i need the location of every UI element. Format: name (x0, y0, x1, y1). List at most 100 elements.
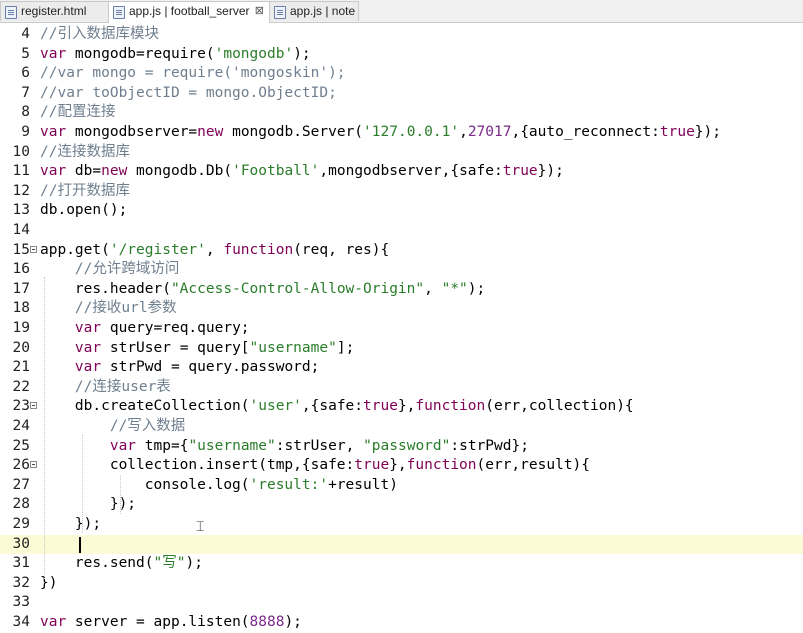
code-line[interactable]: 30 (0, 534, 803, 555)
line-number: 26 (12, 457, 30, 474)
line-number: 11 (12, 163, 30, 180)
line-number: 22 (12, 378, 30, 395)
code-line[interactable]: 5 var mongodb=require('mongodb'); (0, 45, 803, 65)
code-line[interactable]: 22 //连接user表 (0, 378, 803, 398)
code-line[interactable]: 16 //允许跨域访问 (0, 260, 803, 280)
code-line[interactable]: 19 var query=req.query; (0, 319, 803, 339)
code-text[interactable]: var server = app.listen(8888); (40, 613, 302, 633)
tab-label: app.js | note (290, 4, 356, 18)
fold-toggle-icon[interactable] (30, 461, 37, 469)
line-number: 21 (12, 359, 30, 376)
line-number: 33 (12, 594, 30, 611)
code-line[interactable]: 15 app.get('/register', function(req, res… (0, 241, 803, 261)
code-line[interactable]: 23 db.createCollection('user',{safe:true… (0, 397, 803, 417)
code-line[interactable]: 17 res.header("Access-Control-Allow-Orig… (0, 280, 803, 300)
line-number: 7 (21, 84, 30, 101)
code-text[interactable]: //配置连接 (40, 103, 115, 123)
tab-label: register.html (21, 4, 87, 18)
code-text[interactable]: var mongodb=require('mongodb'); (40, 45, 311, 65)
code-text[interactable]: //接收url参数 (40, 299, 177, 319)
code-text[interactable]: var strUser = query["username"]; (40, 339, 354, 359)
code-text[interactable]: res.send("写"); (40, 554, 203, 574)
code-line[interactable]: 14 (0, 221, 803, 241)
code-line[interactable]: 24 //写入数据 (0, 417, 803, 437)
close-icon[interactable]: ⊠ (255, 2, 264, 21)
file-icon (113, 6, 125, 19)
tab-label: app.js | football_server (129, 4, 250, 18)
code-text[interactable]: collection.insert(tmp,{safe:true},functi… (40, 456, 590, 476)
code-line[interactable]: 7 //var toObjectID = mongo.ObjectID; (0, 84, 803, 104)
code-line[interactable]: 21 var strPwd = query.password; (0, 358, 803, 378)
indent-guide (82, 435, 83, 533)
code-text[interactable]: }); (40, 515, 101, 535)
code-text[interactable]: //引入数据库模块 (40, 25, 159, 45)
code-text[interactable]: db.createCollection('user',{safe:true},f… (40, 397, 634, 417)
line-number: 18 (12, 300, 30, 317)
code-line[interactable]: 29 }); (0, 515, 803, 535)
code-text[interactable]: var query=req.query; (40, 319, 250, 339)
file-icon (274, 6, 286, 19)
tab-app-js-football-server[interactable]: app.js | football_server ⊠ (108, 1, 270, 23)
code-text[interactable]: var strPwd = query.password; (40, 358, 319, 378)
line-number: 20 (12, 339, 30, 356)
code-line[interactable]: 20 var strUser = query["username"]; (0, 339, 803, 359)
line-number: 25 (12, 437, 30, 454)
editor-tab-bar: register.html app.js | football_server ⊠… (0, 0, 803, 23)
code-editor[interactable]: 34 var server = app.listen(8888); 33 32}) 31… (0, 23, 803, 630)
code-text[interactable]: }); (40, 495, 136, 515)
code-text[interactable]: }) (40, 574, 57, 594)
line-number: 9 (21, 124, 30, 140)
fold-toggle-icon[interactable] (30, 402, 37, 410)
line-number: 5 (21, 45, 30, 62)
code-line[interactable]: 25 var tmp={"username":strUser, "passwor… (0, 437, 803, 457)
line-number: 23 (12, 398, 30, 415)
code-line[interactable]: 11 var db=new mongodb.Db('Football',mongo… (0, 162, 803, 182)
code-text[interactable]: //var mongo = require('mongoskin'); (40, 64, 346, 84)
indent-guide (44, 277, 45, 579)
code-line[interactable]: 18 //接收url参数 (0, 299, 803, 319)
code-line[interactable]: 32}) (0, 574, 803, 594)
code-text[interactable]: console.log('result:'+result) (40, 476, 398, 496)
code-text[interactable]: var db=new mongodb.Db('Football',mongodb… (40, 162, 564, 182)
line-number: 28 (12, 496, 30, 513)
code-text[interactable]: var tmp={"username":strUser, "password":… (40, 437, 529, 457)
code-line[interactable]: 26 collection.insert(tmp,{safe:true},fun… (0, 456, 803, 476)
code-line[interactable]: 10 //连接数据库 (0, 143, 803, 163)
mouse-ibeam-cursor: ⌶ (196, 519, 205, 535)
file-icon (5, 6, 17, 19)
line-number: 30 (12, 535, 30, 552)
code-line[interactable]: 6 //var mongo = require('mongoskin'); (0, 64, 803, 84)
line-number: 14 (12, 222, 30, 238)
code-text[interactable]: res.header("Access-Control-Allow-Origin"… (40, 280, 485, 300)
line-number: 34 (12, 614, 30, 630)
tab-register-html[interactable]: register.html (0, 1, 109, 21)
line-number: 16 (12, 261, 30, 278)
code-text[interactable]: //写入数据 (40, 417, 185, 437)
line-number: 24 (12, 418, 30, 434)
code-line[interactable]: 4 //引入数据库模块 (0, 25, 803, 45)
code-line[interactable]: 31 res.send("写"); (0, 554, 803, 574)
line-number: 8 (21, 104, 30, 121)
fold-toggle-icon[interactable] (30, 245, 37, 253)
line-number: 32 (12, 574, 30, 591)
text-caret (79, 536, 81, 553)
code-text[interactable]: db.open(); (40, 201, 127, 221)
code-text[interactable]: app.get('/register', function(req, res){ (40, 241, 389, 261)
line-number: 12 (12, 182, 30, 199)
code-line[interactable]: 34 var server = app.listen(8888); (0, 613, 803, 633)
code-text[interactable]: //打开数据库 (40, 182, 130, 202)
code-line[interactable]: 33 (0, 593, 803, 613)
tab-app-js-note[interactable]: app.js | note (269, 1, 359, 21)
line-number: 6 (21, 65, 30, 82)
code-text[interactable]: //允许跨域访问 (40, 260, 179, 280)
code-line[interactable]: 9 var mongodbserver=new mongodb.Server('1… (0, 123, 803, 143)
code-text[interactable]: //连接数据库 (40, 143, 130, 163)
code-text[interactable]: //var toObjectID = mongo.ObjectID; (40, 84, 337, 104)
code-line[interactable]: 12 //打开数据库 (0, 182, 803, 202)
line-number: 10 (12, 143, 30, 160)
code-line[interactable]: 13 db.open(); (0, 201, 803, 221)
code-line[interactable]: 8 //配置连接 (0, 103, 803, 123)
line-number: 29 (12, 516, 30, 532)
code-text[interactable]: var mongodbserver=new mongodb.Server('12… (40, 123, 721, 143)
code-text[interactable]: //连接user表 (40, 378, 171, 398)
